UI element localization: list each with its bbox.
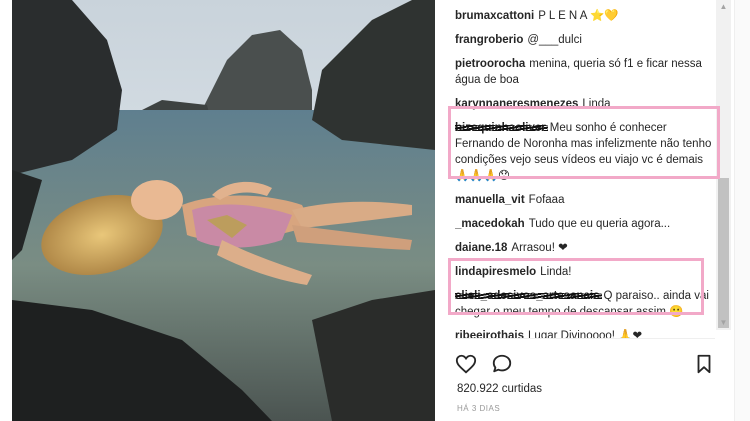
comment-item: frangroberio @___dulci — [455, 32, 713, 48]
comment-item: pietroorocha menina, queria só f1 e ficar… — [455, 56, 713, 88]
likes-count[interactable]: 820.922 curtidas — [457, 383, 542, 395]
scroll-down-arrow-icon[interactable]: ▼ — [716, 316, 731, 330]
comment-item: _macedokah Tudo que eu queria agora... — [455, 216, 713, 232]
photo-illustration — [12, 0, 435, 421]
scroll-up-arrow-icon[interactable]: ▲ — [716, 0, 731, 14]
scroll-thumb[interactable] — [718, 178, 729, 328]
comment-text: Linda! — [540, 266, 572, 278]
post-actions — [455, 353, 715, 377]
comments-scrollbar[interactable]: ▲ ▼ — [716, 0, 731, 330]
post-timestamp[interactable]: HÁ 3 DIAS — [457, 404, 500, 413]
comment-item: elieli_adesivos_artesanais Q paraiso.. ai… — [455, 288, 713, 320]
comment-username[interactable]: bizequinhaoliver — [455, 122, 546, 134]
comment-item: manuella_vit Fofaaa — [455, 192, 713, 208]
comment-item: brumaxcattoni P L E N A ⭐💛 — [455, 8, 713, 24]
comment-text: Fofaaa — [528, 194, 565, 206]
comment-text: Tudo que eu queria agora... — [528, 218, 671, 230]
comment-username[interactable]: ribeeirothais — [455, 330, 524, 338]
bookmark-icon[interactable] — [693, 353, 715, 375]
comment-text: P L E N A ⭐💛 — [538, 10, 619, 22]
comment-username[interactable]: elieli_adesivos_artesanais — [455, 290, 600, 302]
comment-bubble-icon[interactable] — [491, 353, 513, 375]
heart-icon[interactable] — [455, 353, 477, 375]
comment-text: Linda — [582, 98, 611, 110]
comment-item: karynnaneresmenezes Linda — [455, 96, 713, 112]
section-divider — [455, 338, 715, 339]
comment-username[interactable]: brumaxcattoni — [455, 10, 534, 22]
comment-username[interactable]: daiane.18 — [455, 242, 507, 254]
comment-item: daiane.18 Arrasou! ❤ — [455, 240, 713, 256]
post-photo — [12, 0, 435, 421]
comment-item: lindapiresmelo Linda! — [455, 264, 713, 280]
comment-username[interactable]: frangroberio — [455, 34, 523, 46]
comment-item: bizequinhaoliver Meu sonho é conhecer Fer… — [455, 120, 713, 184]
comment-list: brumaxcattoni P L E N A ⭐💛 frangroberio @_… — [455, 8, 713, 338]
comment-username[interactable]: karynnaneresmenezes — [455, 98, 578, 110]
comment-text: @___dulci — [527, 34, 582, 46]
comment-text: Arrasou! ❤ — [511, 242, 568, 254]
comment-username[interactable]: pietroorocha — [455, 58, 525, 70]
comment-username[interactable]: _macedokah — [455, 218, 525, 230]
comment-text: Lugar Divinoooo! 🙏❤ — [528, 330, 643, 338]
comment-item: ribeeirothais Lugar Divinoooo! 🙏❤ — [455, 328, 713, 338]
window-gutter — [735, 0, 750, 421]
comment-username[interactable]: manuella_vit — [455, 194, 525, 206]
comment-username[interactable]: lindapiresmelo — [455, 266, 536, 278]
